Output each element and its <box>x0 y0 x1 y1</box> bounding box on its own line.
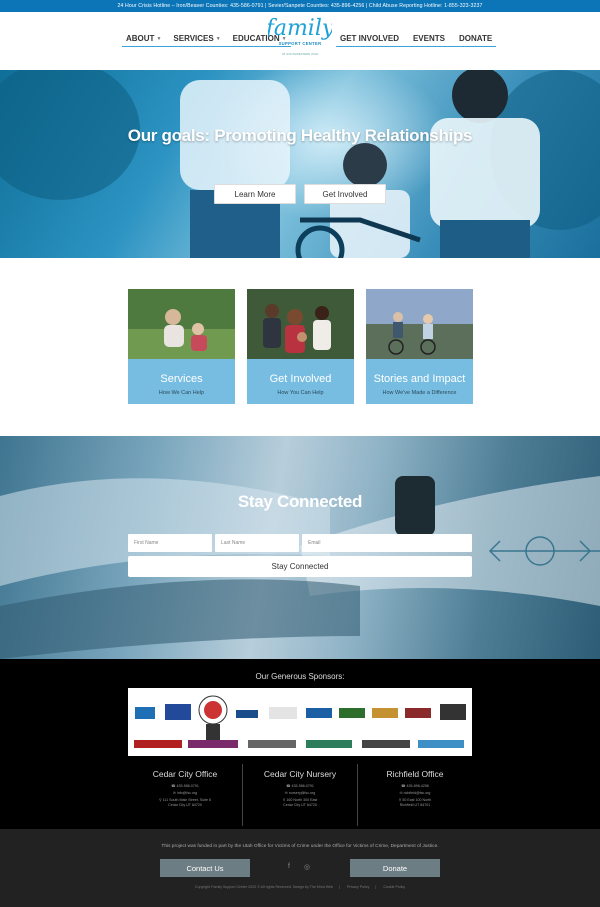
nav-left: ABOUT ▼ SERVICES ▼ EDUCATION ▼ <box>122 34 291 47</box>
logo-tagline: OF SOUTHWESTERN UTAH <box>281 52 319 56</box>
hotline-text: 24 Hour Crisis Hotline – Iron/Beaver Cou… <box>117 3 483 9</box>
email-field[interactable]: Email <box>302 534 472 552</box>
newsletter-section: Stay Connected First Name Last Name Emai… <box>0 436 600 659</box>
office-email[interactable]: ✉ richfield@fsc.org <box>358 791 472 796</box>
feature-cards: Services How We Can Help Get Involved Ho… <box>128 289 473 404</box>
office-cedar-city: Cedar City Office ☎ 435-586-0791 ✉ info@… <box>128 764 243 826</box>
get-involved-button[interactable]: Get Involved <box>304 184 386 204</box>
facebook-icon[interactable]: f <box>288 863 290 870</box>
copyright-row: Copyright Family Support Center 2020 © A… <box>194 885 406 889</box>
card-title: Get Involved <box>269 373 332 385</box>
svg-text:family: family <box>268 16 332 40</box>
chevron-down-icon: ▼ <box>215 35 221 42</box>
mail-icon: ✉ <box>172 791 176 795</box>
last-name-field[interactable]: Last Name <box>215 534 299 552</box>
stacked-hands-photo <box>0 476 600 659</box>
office-address: ⚲ 50 East 100 North Richfield UT 84701 <box>358 798 472 808</box>
services-photo <box>128 289 235 359</box>
office-locations: Cedar City Office ☎ 435-586-0791 ✉ info@… <box>128 764 472 826</box>
nav-services[interactable]: SERVICES ▼ <box>173 34 220 43</box>
site-header: ABOUT ▼ SERVICES ▼ EDUCATION ▼ family SUPPO… <box>0 12 600 70</box>
stay-connected-button[interactable]: Stay Connected <box>128 556 472 577</box>
hero-photo <box>0 70 600 258</box>
donate-button[interactable]: Donate <box>350 859 440 877</box>
office-phone[interactable]: ☎ 435-586-0791 <box>128 784 242 789</box>
hero-banner: Our goals: Promoting Healthy Relationshi… <box>0 70 600 258</box>
email-text: richfield@fsc.org <box>403 791 431 795</box>
card-subtitle: How We Can Help <box>158 390 205 396</box>
nav-donate[interactable]: DONATE <box>459 34 492 43</box>
phone-text: 435-896-4256 <box>406 784 429 788</box>
nav-services-label: SERVICES <box>173 34 214 43</box>
nav-events[interactable]: EVENTS <box>413 34 445 43</box>
phone-icon: ☎ <box>286 784 291 788</box>
office-address: ⚲ 111 South Main Street, Suite 6 Cedar Ci… <box>128 798 242 808</box>
logo-subtitle: SUPPORT CENTER <box>278 41 322 46</box>
office-address: ⚲ 160 North 300 East Cedar City UT 84720 <box>243 798 357 808</box>
card-subtitle: How You Can Help <box>277 390 324 396</box>
sponsor-logos <box>128 688 472 756</box>
cookie-policy-link[interactable]: Cookie Policy <box>383 885 405 889</box>
hero-title: Our goals: Promoting Healthy Relationshi… <box>127 126 473 145</box>
office-email[interactable]: ✉ nursery@fsc.org <box>243 791 357 796</box>
phone-icon: ☎ <box>401 784 406 788</box>
phone-icon: ☎ <box>171 784 176 788</box>
nav-get-involved[interactable]: GET INVOLVED <box>340 34 399 43</box>
first-name-field[interactable]: First Name <box>128 534 212 552</box>
map-pin-icon: ⚲ <box>282 798 286 802</box>
address-line2: Cedar City UT 84720 <box>168 803 202 807</box>
address-line1: 111 South Main Street, Suite 6 <box>162 798 212 802</box>
logo-wordmark: family <box>268 16 332 40</box>
nav-about[interactable]: ABOUT ▼ <box>126 34 161 43</box>
card-subtitle: How We've Made a Difference <box>382 390 457 396</box>
nav-right: GET INVOLVED EVENTS DONATE <box>336 34 497 47</box>
card-get-involved[interactable]: Get Involved How You Can Help <box>247 289 354 404</box>
nav-about-label: ABOUT <box>126 34 155 43</box>
address-line1: 50 East 100 North <box>402 798 432 802</box>
email-text: nursery@fsc.org <box>288 791 316 795</box>
card-title: Stories and Impact <box>373 373 466 385</box>
office-email[interactable]: ✉ info@fsc.org <box>128 791 242 796</box>
office-name: Richfield Office <box>386 769 444 779</box>
mail-icon: ✉ <box>284 791 288 795</box>
funding-notice: This project was funded in part by the U… <box>161 844 439 849</box>
bottom-bar: This project was funded in part by the U… <box>0 829 600 907</box>
get-involved-photo <box>247 289 354 359</box>
office-name: Cedar City Nursery <box>263 769 337 779</box>
phone-text: 435-586-0791 <box>291 784 314 788</box>
copyright-text: Copyright Family Support Center 2020 © A… <box>194 885 334 889</box>
address-line2: Richfield UT 84701 <box>399 803 431 807</box>
email-text: info@fsc.org <box>176 791 198 795</box>
site-logo[interactable]: family SUPPORT CENTER OF SOUTHWESTERN UT… <box>268 15 332 59</box>
footer: Our Generous Sponsors: Cedar City Office… <box>0 659 600 829</box>
map-pin-icon: ⚲ <box>158 798 162 802</box>
office-phone[interactable]: ☎ 435-896-4256 <box>358 784 472 789</box>
sponsors-title: Our Generous Sponsors: <box>255 672 345 681</box>
stories-photo <box>366 289 473 359</box>
instagram-icon[interactable]: ◎ <box>304 863 310 871</box>
connect-title: Stay Connected <box>237 492 363 511</box>
card-services[interactable]: Services How We Can Help <box>128 289 235 404</box>
contact-us-button[interactable]: Contact Us <box>160 859 250 877</box>
address-line2: Cedar City UT 84720 <box>283 803 317 807</box>
office-richfield: Richfield Office ☎ 435-896-4256 ✉ richfi… <box>358 764 472 826</box>
sponsor-logos-graphic <box>134 695 466 748</box>
office-name: Cedar City Office <box>152 769 218 779</box>
learn-more-button[interactable]: Learn More <box>214 184 296 204</box>
phone-text: 435-586-0791 <box>176 784 199 788</box>
office-cedar-city-nursery: Cedar City Nursery ☎ 435-586-0791 ✉ nurs… <box>243 764 358 826</box>
card-stories[interactable]: Stories and Impact How We've Made a Diff… <box>366 289 473 404</box>
chevron-down-icon: ▼ <box>156 35 162 42</box>
mail-icon: ✉ <box>399 791 403 795</box>
map-pin-icon: ⚲ <box>398 798 402 802</box>
privacy-policy-link[interactable]: Privacy Policy <box>347 885 369 889</box>
card-title: Services <box>160 373 203 385</box>
crisis-hotline-bar: 24 Hour Crisis Hotline – Iron/Beaver Cou… <box>0 0 600 12</box>
office-phone[interactable]: ☎ 435-586-0791 <box>243 784 357 789</box>
address-line1: 160 North 300 East <box>286 798 318 802</box>
